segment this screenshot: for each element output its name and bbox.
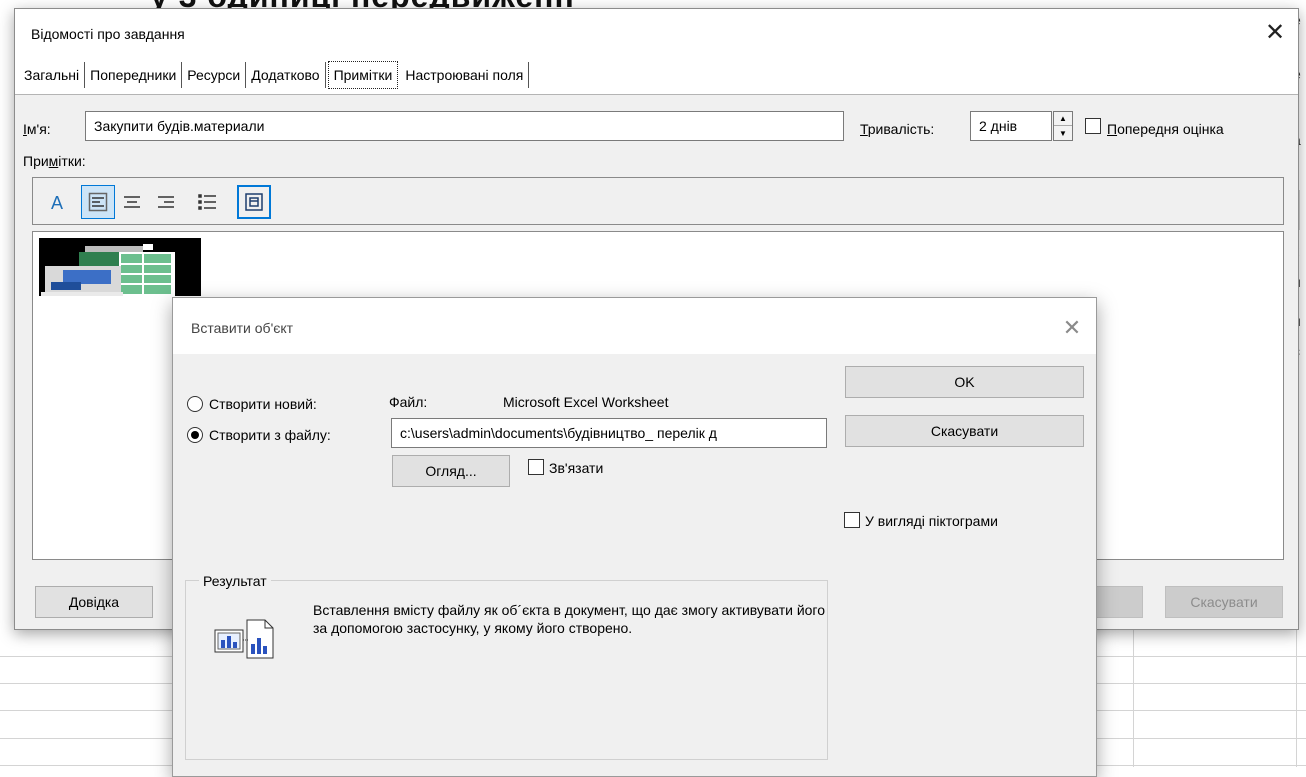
tab-advanced[interactable]: Додатково bbox=[246, 61, 326, 88]
create-from-file-radio[interactable] bbox=[187, 427, 203, 443]
link-label: Зв'язати bbox=[549, 460, 604, 476]
close-icon[interactable]: ✕ bbox=[1252, 9, 1298, 55]
tab-notes[interactable]: Примітки bbox=[327, 60, 399, 89]
file-type: Microsoft Excel Worksheet bbox=[503, 394, 669, 410]
font-icon[interactable]: A bbox=[41, 185, 75, 219]
create-new-label: Створити новий: bbox=[209, 396, 317, 412]
result-legend: Результат bbox=[199, 573, 271, 589]
chevron-down-icon[interactable]: ▼ bbox=[1054, 126, 1072, 140]
estimated-checkbox[interactable] bbox=[1085, 118, 1101, 134]
result-description: Вставлення вмісту файлу як об´єкта в док… bbox=[313, 602, 826, 636]
insert-object-dialog: Вставити об'єкт ✕ Створити новий: Створи… bbox=[172, 297, 1097, 777]
name-field[interactable]: Закупити будів.материали bbox=[85, 111, 844, 141]
dialog-title: Відомості про завдання bbox=[31, 26, 185, 42]
dialog-titlebar: Відомості про завдання ✕ bbox=[15, 9, 1298, 55]
file-label: Файл: bbox=[389, 394, 428, 410]
grid-line bbox=[1299, 190, 1300, 230]
notes-toolbar: A bbox=[32, 177, 1284, 225]
bullet-list-icon[interactable] bbox=[191, 185, 225, 219]
file-path-field[interactable]: c:\users\admin\documents\будівництво_ пе… bbox=[391, 418, 827, 448]
tab-resources[interactable]: Ресурси bbox=[182, 61, 247, 88]
ok-button-partial[interactable] bbox=[1089, 586, 1143, 618]
align-left-icon[interactable] bbox=[81, 185, 115, 219]
notes-label: Примітки: bbox=[23, 153, 86, 169]
name-label: Ім'я: bbox=[23, 121, 51, 137]
duration-stepper[interactable]: ▲ ▼ bbox=[1053, 111, 1073, 141]
browse-button[interactable]: Огляд... bbox=[392, 455, 510, 487]
grid-line bbox=[1296, 630, 1297, 767]
help-button[interactable]: Довідка bbox=[35, 586, 153, 618]
ok-button[interactable]: OK bbox=[845, 366, 1084, 398]
duration-label: Тривалість: bbox=[860, 121, 935, 137]
embedded-excel-object[interactable] bbox=[39, 238, 201, 296]
create-from-file-label: Створити з файлу: bbox=[209, 427, 331, 443]
chevron-up-icon[interactable]: ▲ bbox=[1054, 112, 1072, 126]
insert-object-icon[interactable] bbox=[237, 185, 271, 219]
tab-general[interactable]: Загальні bbox=[19, 61, 86, 88]
tab-bar: Загальні Попередники Ресурси Додатково П… bbox=[15, 55, 1298, 95]
dialog-title: Вставити об'єкт bbox=[191, 320, 294, 336]
tab-predecessors[interactable]: Попередники bbox=[85, 61, 183, 88]
display-as-icon-label: У вигляді піктограми bbox=[865, 513, 998, 529]
link-checkbox[interactable] bbox=[528, 459, 544, 475]
align-center-icon[interactable] bbox=[115, 185, 149, 219]
cancel-button[interactable]: Скасувати bbox=[845, 415, 1084, 447]
result-icon bbox=[213, 614, 283, 660]
grid-line bbox=[1133, 630, 1134, 767]
estimated-label: Попередня оцінка bbox=[1107, 121, 1224, 137]
cancel-button[interactable]: Скасувати bbox=[1165, 586, 1283, 618]
align-right-icon[interactable] bbox=[149, 185, 183, 219]
create-new-radio[interactable] bbox=[187, 396, 203, 412]
svg-text:A: A bbox=[51, 193, 63, 213]
close-icon[interactable]: ✕ bbox=[1052, 308, 1092, 348]
dialog-titlebar: Вставити об'єкт ✕ bbox=[173, 298, 1096, 354]
display-as-icon-checkbox[interactable] bbox=[844, 512, 860, 528]
duration-field[interactable]: 2 днів bbox=[970, 111, 1052, 141]
tab-custom-fields[interactable]: Настроювані поля bbox=[400, 61, 530, 88]
